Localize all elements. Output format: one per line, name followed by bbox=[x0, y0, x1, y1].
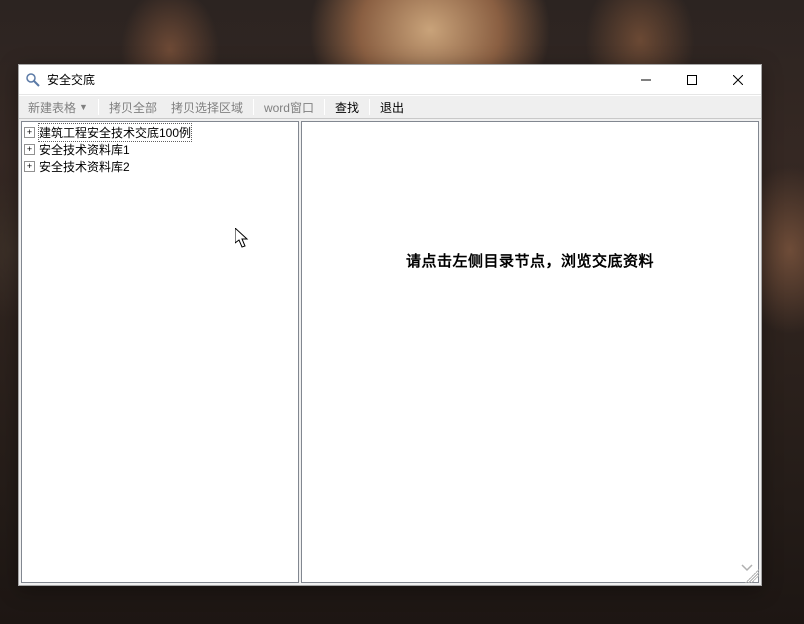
expand-icon[interactable]: + bbox=[24, 144, 35, 155]
app-window: 安全交底 新建表格 ▼ 拷贝全部 拷贝选择区域 word窗口 bbox=[18, 64, 762, 586]
content-pane[interactable]: 请点击左侧目录节点，浏览交底资料 bbox=[301, 121, 759, 583]
copy-selection-button[interactable]: 拷贝选择区域 bbox=[164, 96, 250, 118]
tree-node-label[interactable]: 建筑工程安全技术交底100例 bbox=[38, 123, 192, 142]
find-button[interactable]: 查找 bbox=[328, 96, 366, 118]
tree-node[interactable]: + 安全技术资料库2 bbox=[24, 158, 296, 175]
toolbar-separator bbox=[253, 99, 254, 115]
body-area: + 建筑工程安全技术交底100例 + 安全技术资料库1 + 安全技术资料库2 请… bbox=[19, 119, 761, 585]
toolbar-separator bbox=[324, 99, 325, 115]
window-title: 安全交底 bbox=[47, 71, 95, 88]
tree-node[interactable]: + 安全技术资料库1 bbox=[24, 141, 296, 158]
tree-pane[interactable]: + 建筑工程安全技术交底100例 + 安全技术资料库1 + 安全技术资料库2 bbox=[21, 121, 299, 583]
tree-node[interactable]: + 建筑工程安全技术交底100例 bbox=[24, 124, 296, 141]
dropdown-caret-icon: ▼ bbox=[79, 102, 88, 112]
resize-grip[interactable] bbox=[745, 569, 759, 583]
copy-all-label: 拷贝全部 bbox=[109, 99, 157, 116]
expand-icon[interactable]: + bbox=[24, 127, 35, 138]
maximize-button[interactable] bbox=[669, 65, 715, 94]
app-icon bbox=[25, 72, 41, 88]
titlebar[interactable]: 安全交底 bbox=[19, 65, 761, 95]
word-window-label: word窗口 bbox=[264, 99, 314, 116]
close-button[interactable] bbox=[715, 65, 761, 94]
toolbar-separator bbox=[369, 99, 370, 115]
minimize-button[interactable] bbox=[623, 65, 669, 94]
word-window-button[interactable]: word窗口 bbox=[257, 96, 321, 118]
window-controls bbox=[623, 65, 761, 94]
empty-message: 请点击左侧目录节点，浏览交底资料 bbox=[302, 250, 758, 271]
toolbar-separator bbox=[98, 99, 99, 115]
tree-node-label[interactable]: 安全技术资料库2 bbox=[38, 158, 131, 175]
find-label: 查找 bbox=[335, 99, 359, 116]
copy-selection-label: 拷贝选择区域 bbox=[171, 99, 243, 116]
new-table-button[interactable]: 新建表格 ▼ bbox=[21, 96, 95, 118]
tree-node-label[interactable]: 安全技术资料库1 bbox=[38, 141, 131, 158]
copy-all-button[interactable]: 拷贝全部 bbox=[102, 96, 164, 118]
exit-button[interactable]: 退出 bbox=[373, 96, 411, 118]
exit-label: 退出 bbox=[380, 99, 404, 116]
toolbar: 新建表格 ▼ 拷贝全部 拷贝选择区域 word窗口 查找 退出 bbox=[19, 95, 761, 119]
expand-icon[interactable]: + bbox=[24, 161, 35, 172]
new-table-label: 新建表格 bbox=[28, 99, 76, 116]
